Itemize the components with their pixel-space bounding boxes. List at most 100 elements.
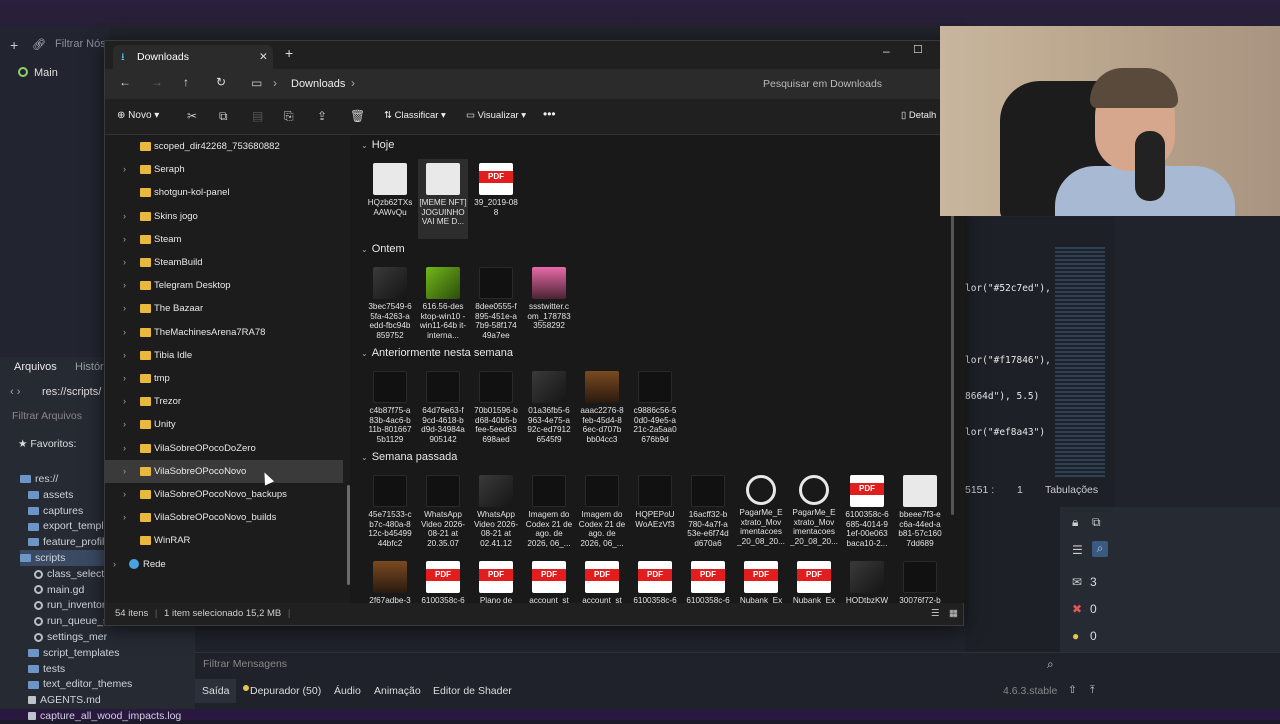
sidebar-item[interactable]: › VilaSobreOPocoDoZero [105, 437, 343, 460]
script-file-item[interactable]: main.gd [34, 582, 84, 598]
file-item[interactable]: [MEME NFT] JOGUINHO VAI ME D... [418, 159, 468, 239]
chevron-down-icon[interactable]: ⌄ [361, 349, 368, 358]
file-item[interactable]: account_st atement_a2 [524, 557, 574, 603]
file-item[interactable]: c4b87f75-a 83b-4ac6-b 11b-801667 5b1129 [365, 367, 415, 447]
minimize-icon[interactable]: – [883, 44, 890, 58]
sidebar-item[interactable]: › Seraph [105, 158, 343, 181]
file-item[interactable]: AGENTS.md [28, 692, 101, 708]
tab-shader-editor[interactable]: Editor de Shader [433, 685, 512, 697]
sidebar-item[interactable]: WinRAR [105, 529, 343, 552]
group-header[interactable]: ⌄ Anteriormente nesta semana [361, 347, 513, 359]
file-item[interactable]: Plano de Governo [471, 557, 521, 603]
file-item[interactable]: 6100358c-6 685-4014-9 [683, 557, 733, 603]
sidebar-item[interactable]: › VilaSobreOPocoNovo_builds [105, 506, 343, 529]
tab-downloads[interactable]: ⭳ Downloads ✕ [113, 45, 273, 69]
chevron-right-icon[interactable]: › [123, 205, 126, 228]
folder-item[interactable]: tests [28, 661, 65, 677]
copy-icon[interactable]: ⧉ [219, 109, 228, 124]
chevron-right-icon[interactable]: › [123, 344, 126, 367]
chevron-right-icon[interactable]: › [123, 228, 126, 251]
new-button[interactable]: ⊕ Novo ▾ [117, 110, 159, 121]
tab-saida[interactable]: Saída [195, 679, 237, 703]
link-icon[interactable]: 🔗︎ [32, 38, 46, 51]
chevron-right-icon[interactable]: › [123, 506, 126, 529]
sidebar-item[interactable]: › Unity [105, 413, 343, 436]
tab-depurador[interactable]: Depurador (50) [250, 685, 321, 697]
sidebar-item[interactable]: › Telegram Desktop [105, 274, 343, 297]
warning-icon[interactable]: ● [1072, 629, 1079, 643]
chevron-right-icon[interactable]: › [123, 413, 126, 436]
filter-files-input[interactable]: Filtrar Arquivos [12, 410, 82, 422]
tab-animacao[interactable]: Animação [374, 685, 421, 697]
expand-icon[interactable]: ⤒ [1090, 684, 1095, 697]
sidebar-item[interactable]: › VilaSobreOPocoNovo [105, 459, 343, 483]
file-item[interactable]: 01a36fb5-6 963-4e75-a 92c-ed7912 6545f9 [524, 367, 574, 447]
chevron-right-icon[interactable]: › [123, 251, 126, 274]
file-item[interactable]: 70b01596-b d68-40b5-b fee-5eed63 698aed [471, 367, 521, 447]
up-icon[interactable]: ↑ [183, 75, 189, 89]
folder-item[interactable]: export_templa [28, 518, 110, 534]
file-item[interactable]: PagarMe_E xtrato_Mov imentacoes _20_08_2… [736, 471, 786, 551]
file-item[interactable]: ssstwitter.c om_178783 3558292 [524, 263, 574, 343]
file-item[interactable]: 39_2019-08 8 [471, 159, 521, 239]
tab-historico[interactable]: Histór [75, 361, 104, 373]
sidebar-item[interactable]: › SteamBuild [105, 251, 343, 274]
script-file-item[interactable]: run_inventor [34, 597, 105, 613]
chevron-down-icon[interactable]: ⌄ [361, 141, 368, 150]
search-icon[interactable]: ⌕ [1092, 541, 1108, 557]
chevron-right-icon[interactable]: › [123, 321, 126, 344]
group-header[interactable]: ⌄ Hoje [361, 139, 394, 151]
file-item[interactable]: aaac2276-8 feb-45d4-8 6ec-d707b bb04cc3 [577, 367, 627, 447]
file-item[interactable]: 6100358c-6 685-4014-9 [418, 557, 468, 603]
path-field[interactable]: res://scripts/ [42, 386, 101, 398]
file-item[interactable]: HQPEPoU WoAEzVf3 [630, 471, 680, 551]
file-item[interactable]: 30076f72-b c0a-4e15-a [895, 557, 945, 603]
file-item[interactable]: 6100358c-6 685-4014-9 [630, 557, 680, 603]
pin-icon[interactable]: ⇧ [1068, 684, 1077, 696]
file-item[interactable]: Imagem do Codex 21 de ago. de 2026, 06_.… [524, 471, 574, 551]
file-item[interactable]: WhatsApp Video 2026-08-21 at 02.41.12 [471, 471, 521, 551]
folder-item[interactable]: assets [28, 487, 73, 503]
tab-arquivos[interactable]: Arquivos [14, 361, 57, 373]
folder-item[interactable]: res:// [20, 471, 58, 487]
search-box[interactable]: Pesquisar em Downloads [751, 71, 951, 97]
sidebar-item[interactable]: › The Bazaar [105, 297, 343, 320]
group-header[interactable]: ⌄ Ontem [361, 243, 405, 255]
address-bar[interactable]: ▭ › Downloads › [245, 71, 745, 97]
sidebar-scrollbar[interactable] [347, 485, 350, 585]
file-item[interactable]: capture_all_wood_impacts.log [28, 708, 181, 724]
chevron-right-icon[interactable]: › [123, 367, 126, 390]
file-item[interactable]: 2f67adbe-3 fb0-4d43-a [365, 557, 415, 603]
maximize-icon[interactable]: ☐ [913, 43, 923, 56]
chevron-right-icon[interactable]: › [123, 274, 126, 297]
tab-audio[interactable]: Áudio [334, 685, 361, 697]
new-tab-icon[interactable]: + [285, 45, 293, 61]
lock-icon[interactable]: 🔒︎ [1072, 515, 1078, 530]
code-minimap[interactable] [1055, 247, 1105, 477]
search-input[interactable]: Pesquisar em Downloads [763, 78, 882, 90]
grid-view-icon[interactable]: ▦ [949, 603, 958, 625]
sidebar-item[interactable]: scoped_dir42268_753680882 [105, 135, 343, 158]
copy-icon[interactable]: ⧉ [1092, 515, 1101, 530]
file-item[interactable]: bbeee7f3-e c6a-44ed-a b81-57c160 7dd689 [895, 471, 945, 551]
close-tab-icon[interactable]: ✕ [259, 45, 268, 69]
sidebar-item[interactable]: › Skins jogo [105, 205, 343, 228]
share-icon[interactable]: ⇪ [317, 109, 327, 123]
file-item[interactable]: 64d76e63-f 9cd-4618-b d9d-34984a 905142 [418, 367, 468, 447]
sort-button[interactable]: ⇅ Classificar ▾ [384, 110, 446, 121]
file-item[interactable]: Nubank_Ex trato_de_C [736, 557, 786, 603]
chevron-down-icon[interactable]: ⌄ [361, 245, 368, 254]
list-icon[interactable]: ☰ [1072, 543, 1083, 557]
script-file-item[interactable]: class_select [34, 566, 104, 582]
sidebar-item[interactable]: › tmp [105, 367, 343, 390]
file-item[interactable]: Imagem do Codex 21 de ago. de 2026, 06_.… [577, 471, 627, 551]
error-icon[interactable]: ✖ [1072, 602, 1082, 616]
file-item[interactable]: 8dee0555-f 895-451e-a 7b9-58f174 49a7ee [471, 263, 521, 343]
file-item[interactable]: c9886c56-5 0d0-49e5-a 21c-2a5aa0 676b9d [630, 367, 680, 447]
refresh-icon[interactable]: ↻ [216, 75, 226, 89]
back-arrow-icon[interactable]: ‹ › [10, 386, 20, 398]
chevron-right-icon[interactable]: › [123, 483, 126, 506]
chevron-right-icon[interactable]: › [123, 437, 126, 460]
chevron-right-icon[interactable]: › [123, 158, 126, 181]
sidebar-item[interactable]: › VilaSobreOPocoNovo_backups [105, 483, 343, 506]
